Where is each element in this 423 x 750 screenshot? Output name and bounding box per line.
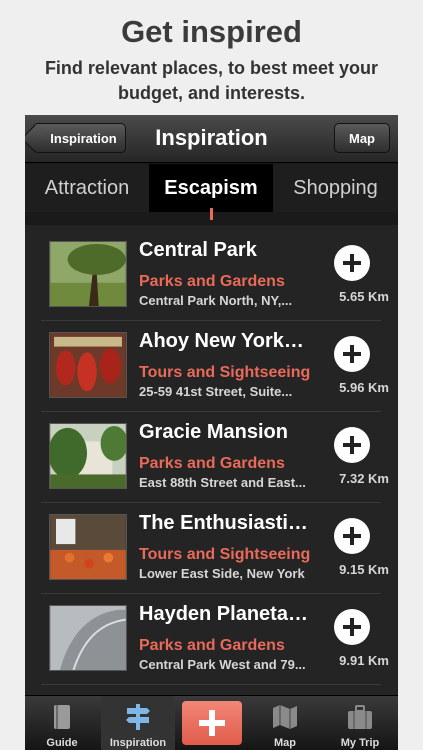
place-category: Tours and Sightseeing — [139, 364, 311, 381]
place-address: East 88th Street and East... — [139, 475, 306, 490]
tab-label: Inspiration — [109, 737, 167, 749]
place-category: Tours and Sightseeing — [139, 546, 311, 563]
place-category: Parks and Gardens — [139, 455, 285, 472]
place-name: Ahoy New York… — [139, 330, 304, 352]
add-to-trip-button[interactable] — [334, 609, 370, 645]
tab-indicator — [210, 208, 213, 220]
tab-label: Guide — [46, 737, 78, 749]
tab-guide[interactable]: Guide — [25, 696, 99, 750]
add-to-trip-button[interactable] — [334, 427, 370, 463]
place-distance: 7.32 Km — [339, 471, 389, 486]
suitcase-icon — [348, 705, 372, 729]
list-item[interactable]: Ahoy New York… Tours and Sightseeing 25-… — [41, 322, 389, 412]
list-item[interactable]: The Enthusiastic… Tours and Sightseeing … — [41, 504, 389, 594]
list-item[interactable]: Central Park Parks and Gardens Central P… — [41, 231, 389, 321]
promo-subtitle: Find relevant places, to best meet your … — [44, 58, 379, 103]
mansion-icon — [49, 423, 127, 489]
tab-label: Map — [274, 737, 296, 749]
park-tree-icon — [49, 241, 127, 307]
place-distance: 5.65 Km — [339, 289, 389, 304]
tab-label: My Trip — [340, 737, 380, 749]
plus-icon — [343, 254, 361, 272]
category-tabs: Attraction Escapism Shopping — [25, 164, 398, 212]
add-place-tab[interactable] — [182, 701, 242, 745]
map-icon — [273, 705, 297, 729]
place-address: Central Park West and 79... — [139, 657, 306, 672]
phone-screen: Inspiration Inspiration Map Attraction E… — [25, 115, 398, 750]
tab-shopping[interactable]: Shopping — [273, 164, 398, 212]
list-item[interactable]: Hayden Planetarium Parks and Gardens Cen… — [41, 595, 389, 685]
plus-icon — [343, 345, 361, 363]
tab-escapism[interactable]: Escapism — [149, 164, 273, 212]
place-name: Central Park — [139, 239, 257, 261]
place-category: Parks and Gardens — [139, 273, 285, 290]
places-list[interactable]: Central Park Parks and Gardens Central P… — [25, 225, 398, 695]
place-name: Hayden Planetarium — [139, 603, 314, 625]
plus-icon — [199, 710, 225, 736]
planetarium-icon — [49, 605, 127, 671]
book-icon — [54, 705, 70, 729]
place-distance: 9.15 Km — [339, 562, 389, 577]
place-category: Parks and Gardens — [139, 637, 285, 654]
lanterns-icon — [49, 332, 127, 398]
plus-icon — [343, 436, 361, 454]
list-item[interactable]: Gracie Mansion Parks and Gardens East 88… — [41, 413, 389, 503]
tab-my-trip[interactable]: My Trip — [323, 696, 397, 750]
place-name: The Enthusiastic… — [139, 512, 314, 534]
place-address: Central Park North, NY,... — [139, 293, 293, 308]
map-button[interactable]: Map — [334, 123, 390, 153]
place-address: Lower East Side, New York — [139, 566, 305, 581]
plus-icon — [343, 618, 361, 636]
promo-title: Get inspired — [121, 14, 302, 49]
tab-attraction[interactable]: Attraction — [25, 164, 149, 212]
add-to-trip-button[interactable] — [334, 245, 370, 281]
plus-icon — [343, 527, 361, 545]
navigation-bar: Inspiration Inspiration Map — [25, 115, 398, 163]
place-distance: 5.96 Km — [339, 380, 389, 395]
tab-bar: Guide Inspiration Map My Trip — [25, 695, 398, 750]
place-address: 25-59 41st Street, Suite... — [139, 384, 293, 399]
add-to-trip-button[interactable] — [334, 336, 370, 372]
place-distance: 9.91 Km — [339, 653, 389, 668]
place-name: Gracie Mansion — [139, 421, 288, 443]
add-to-trip-button[interactable] — [334, 518, 370, 554]
market-icon — [49, 514, 127, 580]
tab-map[interactable]: Map — [248, 696, 322, 750]
tab-inspiration[interactable]: Inspiration — [101, 696, 175, 750]
signpost-icon — [126, 704, 150, 730]
